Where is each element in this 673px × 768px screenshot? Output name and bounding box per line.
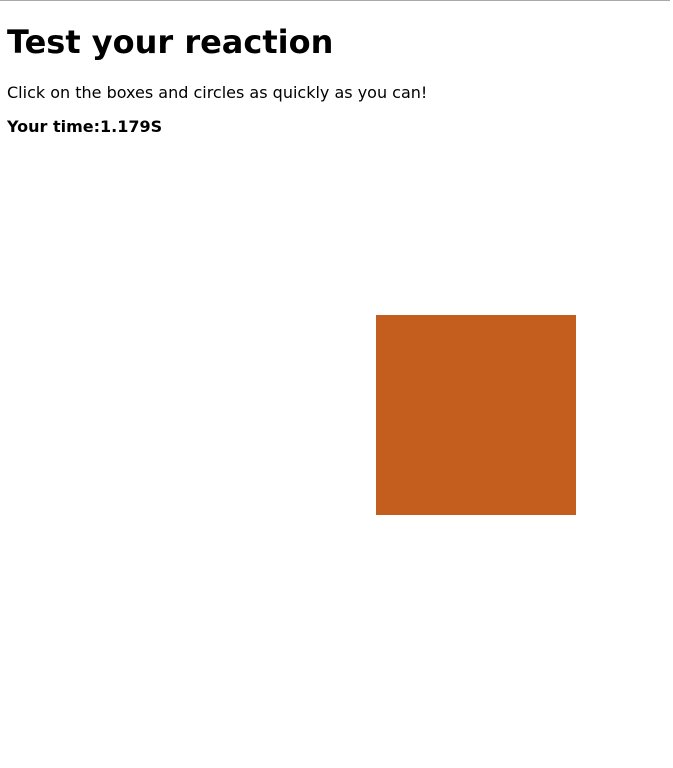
time-label: Your time: — [7, 117, 101, 136]
page-title: Test your reaction — [7, 23, 334, 61]
time-value: 1.179S — [100, 117, 163, 136]
top-border — [0, 0, 670, 1]
reaction-time: Your time:1.179S — [7, 117, 162, 137]
target-box[interactable] — [376, 315, 576, 515]
instructions-text: Click on the boxes and circles as quickl… — [7, 83, 428, 102]
